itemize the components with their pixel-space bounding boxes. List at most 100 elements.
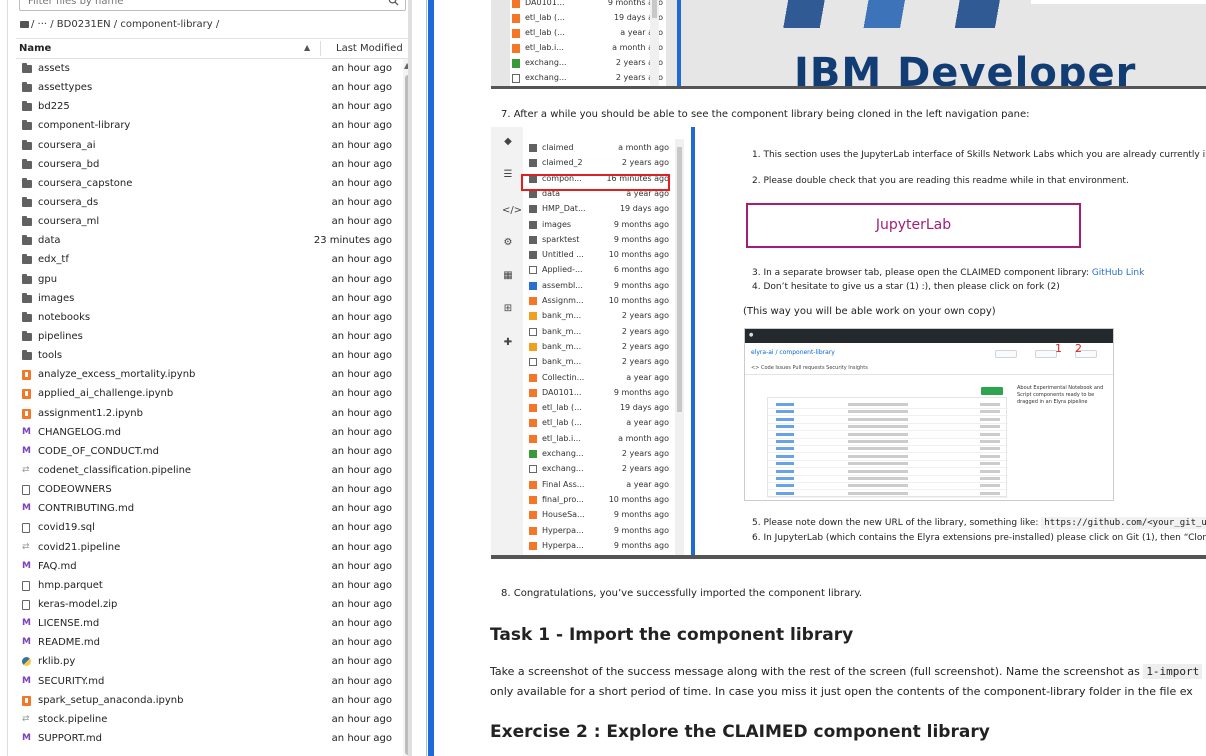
screenshot-file-list: claimed a month ago claimed_2 2 years ago co…	[523, 127, 673, 555]
file-row[interactable]: M CONTRIBUTING.md an hour ago	[16, 499, 396, 518]
file-name: sparktest	[542, 234, 580, 244]
file-modified: 9 months ago	[613, 510, 669, 520]
folder-icon	[22, 177, 32, 188]
file-modified: an hour ago	[331, 82, 392, 94]
file-row[interactable]: M SECURITY.md an hour ago	[16, 672, 396, 691]
file-row[interactable]: M CHANGELOG.md an hour ago	[16, 423, 396, 442]
file-row[interactable]: bd225 an hour ago	[16, 97, 396, 116]
file-browser: / ··· / BD0231EN / component-library / N…	[8, 0, 414, 756]
column-divider[interactable]	[320, 41, 321, 56]
highlight-box	[521, 174, 670, 191]
file-modified: 2 years ago	[621, 357, 669, 367]
file-row[interactable]: gpu an hour ago	[16, 270, 396, 289]
file-row[interactable]: notebooks an hour ago	[16, 308, 396, 327]
file-modified: 19 days ago	[619, 403, 669, 413]
file-row[interactable]: coursera_bd an hour ago	[16, 155, 396, 174]
folder-icon[interactable]	[20, 21, 29, 28]
file-row[interactable]: coursera_ml an hour ago	[16, 212, 396, 231]
markdown-icon: M	[22, 426, 31, 437]
file-row[interactable]: assignment1.2.ipynb an hour ago	[16, 404, 396, 423]
file-row[interactable]: coursera_capstone an hour ago	[16, 174, 396, 193]
file-row[interactable]: applied_ai_challenge.ipynb an hour ago	[16, 384, 396, 403]
file-icon	[22, 485, 30, 496]
file-icon	[529, 327, 537, 336]
file-row[interactable]: M README.md an hour ago	[16, 633, 396, 652]
file-name: edx_tf	[38, 254, 69, 266]
file-row[interactable]: coursera_ds an hour ago	[16, 193, 396, 212]
markdown-icon: M	[22, 637, 31, 648]
file-row[interactable]: ⇄ stock.pipeline an hour ago	[16, 710, 396, 729]
file-row[interactable]: data 23 minutes ago	[16, 231, 396, 250]
file-row[interactable]: pipelines an hour ago	[16, 327, 396, 346]
markdown-icon: M	[22, 503, 31, 514]
github-file-row	[768, 402, 1008, 409]
file-name: images	[38, 292, 75, 304]
file-row[interactable]: keras-model.zip an hour ago	[16, 595, 396, 614]
file-modified: an hour ago	[331, 254, 392, 266]
notebook-icon	[529, 419, 537, 428]
file-modified: 10 months ago	[608, 296, 669, 305]
screenshot-file-row: DA0101... 9 months ago	[523, 386, 673, 401]
file-row[interactable]: assets an hour ago	[16, 59, 396, 78]
instruction-2: 2. Please double check that you are read…	[752, 176, 1129, 186]
file-row[interactable]: analyze_excess_mortality.ipynb an hour ag…	[16, 365, 396, 384]
file-name: exchang...	[542, 449, 584, 458]
file-row[interactable]: ⇄ covid21.pipeline an hour ago	[16, 538, 396, 557]
file-row[interactable]: CODEOWNERS an hour ago	[16, 480, 396, 499]
file-modified: a month ago	[618, 143, 669, 152]
file-modified: a year ago	[626, 479, 669, 489]
file-name: bd225	[38, 101, 70, 113]
folder-icon	[22, 330, 32, 341]
file-row[interactable]: component-library an hour ago	[16, 116, 396, 135]
file-row[interactable]: spark_setup_anaconda.ipynb an hour ago	[16, 691, 396, 710]
file-row[interactable]: M SUPPORT.md an hour ago	[16, 729, 396, 748]
file-row[interactable]: hmp.parquet an hour ago	[16, 576, 396, 595]
file-row[interactable]: tools an hour ago	[16, 346, 396, 365]
file-row[interactable]: covid19.sql an hour ago	[16, 518, 396, 537]
file-row[interactable]: images an hour ago	[16, 289, 396, 308]
file-modified: 2 years ago	[621, 158, 669, 168]
file-name: codenet_classification.pipeline	[38, 464, 192, 476]
github-link[interactable]: GitHub Link	[1092, 268, 1144, 278]
file-name: exchang...	[525, 73, 567, 82]
sort-ascending-icon[interactable]: ▲	[304, 43, 310, 52]
file-modified: an hour ago	[331, 273, 392, 285]
search-icon[interactable]	[388, 0, 399, 6]
file-icon	[22, 523, 30, 534]
filter-box[interactable]	[19, 0, 406, 11]
breadcrumb-path[interactable]: / ··· / BD0231EN / component-library /	[31, 19, 219, 30]
file-list-header: Name ▲ Last Modified	[16, 38, 408, 59]
file-modified: an hour ago	[331, 503, 392, 515]
file-row[interactable]: ⇄ codenet_classification.pipeline an hour …	[16, 461, 396, 480]
file-name: hmp.parquet	[38, 579, 103, 591]
filter-input[interactable]	[20, 0, 360, 10]
file-modified: an hour ago	[331, 732, 392, 744]
github-file-row	[768, 454, 1008, 461]
folder-icon	[529, 144, 537, 152]
column-name[interactable]: Name	[19, 43, 51, 54]
file-modified: 9 months ago	[613, 387, 669, 397]
notebook-icon	[529, 541, 537, 550]
file-row[interactable]: edx_tf an hour ago	[16, 250, 396, 269]
github-topbar: ●	[745, 329, 1113, 343]
file-name: covid21.pipeline	[38, 541, 121, 553]
notebook-icon	[529, 526, 537, 535]
column-last-modified[interactable]: Last Modified	[336, 43, 403, 54]
file-name: assets	[38, 63, 70, 74]
notebook-icon	[529, 373, 537, 382]
file-modified: an hour ago	[331, 522, 392, 534]
file-row[interactable]: M FAQ.md an hour ago	[16, 557, 396, 576]
folder-icon	[22, 273, 32, 284]
file-row[interactable]: rklib.py an hour ago	[16, 652, 396, 671]
notebook-icon	[512, 44, 520, 53]
file-modified: an hour ago	[331, 407, 392, 419]
file-row[interactable]: M CODE_OF_CONDUCT.md an hour ago	[16, 442, 396, 461]
file-name: CHANGELOG.md	[38, 426, 121, 438]
notebook-icon	[22, 408, 31, 419]
file-modified: 2 years ago	[621, 326, 669, 336]
screenshot-activity-bar: ◆ ☰ </> ⚙ ▦ ⊞ ✚	[491, 127, 523, 555]
file-row[interactable]: assettypes an hour ago	[16, 78, 396, 97]
file-row[interactable]: coursera_ai an hour ago	[16, 136, 396, 155]
file-row[interactable]: M LICENSE.md an hour ago	[16, 614, 396, 633]
breadcrumb[interactable]: / ··· / BD0231EN / component-library /	[20, 19, 219, 30]
